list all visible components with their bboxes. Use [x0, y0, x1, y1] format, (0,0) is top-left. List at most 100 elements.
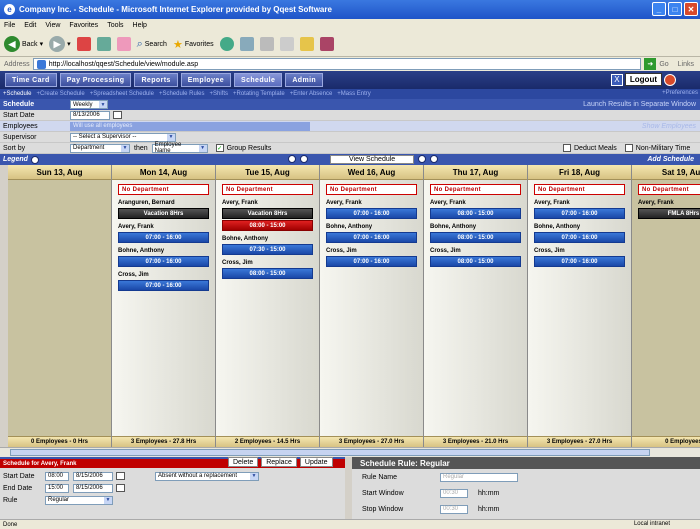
- supervisor-select[interactable]: -- Select a Supervisor -- ▼: [70, 132, 176, 142]
- menu-help[interactable]: Help: [133, 22, 147, 29]
- tab-reports[interactable]: Reports: [134, 73, 178, 87]
- history-icon[interactable]: [239, 37, 254, 51]
- shift-block[interactable]: 07:00 - 16:00: [326, 232, 417, 243]
- shift-block[interactable]: 07:00 - 16:00: [534, 208, 625, 219]
- day-column-sun[interactable]: Sun 13, Aug 0 Employees - 0 Hrs: [8, 165, 111, 447]
- non-military-time-checkbox[interactable]: [624, 144, 633, 152]
- start-time-input[interactable]: 08:00: [45, 471, 69, 481]
- messenger-icon[interactable]: [319, 37, 334, 51]
- preferences-link[interactable]: +Preferences: [662, 90, 698, 96]
- shift-block[interactable]: 07:00 - 16:00: [534, 232, 625, 243]
- close-button[interactable]: ✕: [684, 2, 698, 16]
- go-button[interactable]: Go: [659, 61, 668, 68]
- mail-icon[interactable]: [259, 37, 274, 51]
- menu-view[interactable]: View: [45, 22, 60, 29]
- subnav-rotating-template[interactable]: +Rotating Template: [233, 91, 285, 97]
- add-schedule-link[interactable]: Add Schedule: [647, 156, 694, 163]
- calendar-icon[interactable]: [116, 484, 125, 492]
- start-window-input[interactable]: 00:30: [440, 488, 468, 498]
- shift-block[interactable]: 08:00 - 15:00: [430, 232, 521, 243]
- shift-block[interactable]: Vacation 8Hrs: [118, 208, 209, 219]
- detail-start-date-input[interactable]: 8/15/2006: [73, 471, 113, 481]
- launch-separate-window-link[interactable]: Launch Results in Separate Window: [583, 101, 696, 108]
- scrollbar-thumb[interactable]: [10, 449, 650, 456]
- subnav-shifts[interactable]: +Shifts: [209, 91, 228, 97]
- home-icon[interactable]: [116, 37, 131, 51]
- shift-block[interactable]: FMLA 8Hrs: [638, 208, 700, 219]
- subnav-create-schedule[interactable]: +Create Schedule: [37, 91, 85, 97]
- stop-window-input[interactable]: 00:30: [440, 504, 468, 514]
- group-results-checkbox[interactable]: ✓: [215, 144, 224, 152]
- go-arrow-icon[interactable]: ➜: [644, 58, 657, 70]
- day-column-tue[interactable]: Tue 15, Aug No Department Avery, Frank Vaca…: [216, 165, 319, 447]
- detail-end-date-input[interactable]: 8/15/2006: [73, 483, 113, 493]
- shift-block[interactable]: 07:00 - 16:00: [118, 280, 209, 291]
- subnav-enter-absence[interactable]: +Enter Absence: [290, 91, 333, 97]
- legend-toggle[interactable]: Legend: [3, 156, 28, 163]
- links-button[interactable]: Links: [672, 61, 700, 68]
- maximize-button[interactable]: □: [668, 2, 682, 16]
- address-input[interactable]: http://localhost/qqest/Schedule/view/mod…: [32, 58, 642, 70]
- favorites-button[interactable]: ★ Favorites: [173, 38, 214, 51]
- media-icon[interactable]: [219, 37, 234, 51]
- rule-select[interactable]: Regular ▼: [45, 495, 113, 505]
- rule-name-input[interactable]: Regular: [440, 472, 518, 482]
- subnav-mass-entry[interactable]: +Mass Entry: [337, 91, 371, 97]
- prev-week-icon[interactable]: [288, 155, 296, 163]
- deduct-meals-checkbox[interactable]: [563, 144, 571, 152]
- calendar-icon[interactable]: [116, 472, 125, 480]
- tab-pay-processing[interactable]: Pay Processing: [59, 73, 132, 87]
- shift-block[interactable]: 08:00 - 15:00: [430, 208, 521, 219]
- tab-time-card[interactable]: Time Card: [5, 73, 57, 87]
- start-date-input[interactable]: 8/13/2006: [70, 110, 110, 120]
- absence-select[interactable]: Absent without a replacement ▼: [155, 471, 259, 481]
- minimize-button[interactable]: _: [652, 2, 666, 16]
- shift-block[interactable]: 07:00 - 16:00: [326, 208, 417, 219]
- subnav-schedule[interactable]: +Schedule: [3, 91, 32, 97]
- menu-favorites[interactable]: Favorites: [69, 22, 98, 29]
- employees-field[interactable]: Will use all employees: [70, 121, 310, 131]
- then-sort-select[interactable]: Employee Name ▼: [151, 142, 208, 154]
- stop-icon[interactable]: [76, 37, 91, 51]
- update-button[interactable]: Update: [299, 457, 333, 467]
- day-column-mon[interactable]: Mon 14, Aug No Department Aranguren, Berna…: [112, 165, 215, 447]
- help-icon[interactable]: [664, 73, 676, 86]
- tab-admin[interactable]: Admin: [285, 73, 324, 87]
- subnav-spreadsheet-schedule[interactable]: +Spreadsheet Schedule: [90, 91, 154, 97]
- shift-block[interactable]: 07:00 - 16:00: [118, 256, 209, 267]
- period-select[interactable]: Weekly ▼: [70, 100, 108, 109]
- shift-block[interactable]: 07:00 - 16:00: [534, 256, 625, 267]
- shift-block[interactable]: 07:00 - 16:00: [326, 256, 417, 267]
- close-icon[interactable]: X: [610, 73, 623, 86]
- shift-block[interactable]: 07:30 - 15:00: [222, 244, 313, 255]
- shift-block[interactable]: Vacation 8Hrs: [222, 208, 313, 219]
- tab-employee[interactable]: Employee: [180, 73, 231, 87]
- next-day-icon[interactable]: [418, 155, 426, 163]
- replace-button[interactable]: Replace: [261, 457, 297, 467]
- menu-file[interactable]: File: [4, 22, 15, 29]
- delete-button[interactable]: Delete: [228, 457, 259, 467]
- prev-day-icon[interactable]: [300, 155, 308, 163]
- tab-schedule[interactable]: Schedule: [234, 73, 283, 87]
- menu-edit[interactable]: Edit: [24, 22, 36, 29]
- folder-icon[interactable]: [299, 37, 314, 51]
- print-icon[interactable]: [279, 37, 294, 51]
- shift-block[interactable]: 08:00 - 15:00: [222, 220, 313, 231]
- logout-button[interactable]: Logout: [624, 73, 662, 86]
- search-button[interactable]: ⌕ Search: [137, 38, 167, 51]
- refresh-icon[interactable]: [96, 37, 111, 51]
- subnav-schedule-rules[interactable]: +Schedule Rules: [159, 91, 205, 97]
- forward-button[interactable]: ▶ ▾: [49, 36, 71, 52]
- shift-block[interactable]: 08:00 - 15:00: [430, 256, 521, 267]
- shift-block[interactable]: 08:00 - 15:00: [222, 268, 313, 279]
- expand-icon[interactable]: [30, 155, 39, 164]
- day-column-thu[interactable]: Thu 17, Aug No Department Avery, Frank 08:0…: [424, 165, 527, 447]
- horizontal-scrollbar[interactable]: [0, 447, 700, 457]
- day-column-fri[interactable]: Fri 18, Aug No Department Avery, Frank 07:0…: [528, 165, 631, 447]
- next-week-icon[interactable]: [430, 155, 438, 163]
- end-time-input[interactable]: 15:00: [45, 483, 69, 493]
- sort-select[interactable]: Department ▼: [70, 143, 130, 153]
- shift-block[interactable]: 07:00 - 16:00: [118, 232, 209, 243]
- menu-tools[interactable]: Tools: [107, 22, 123, 29]
- calendar-icon[interactable]: [113, 111, 122, 119]
